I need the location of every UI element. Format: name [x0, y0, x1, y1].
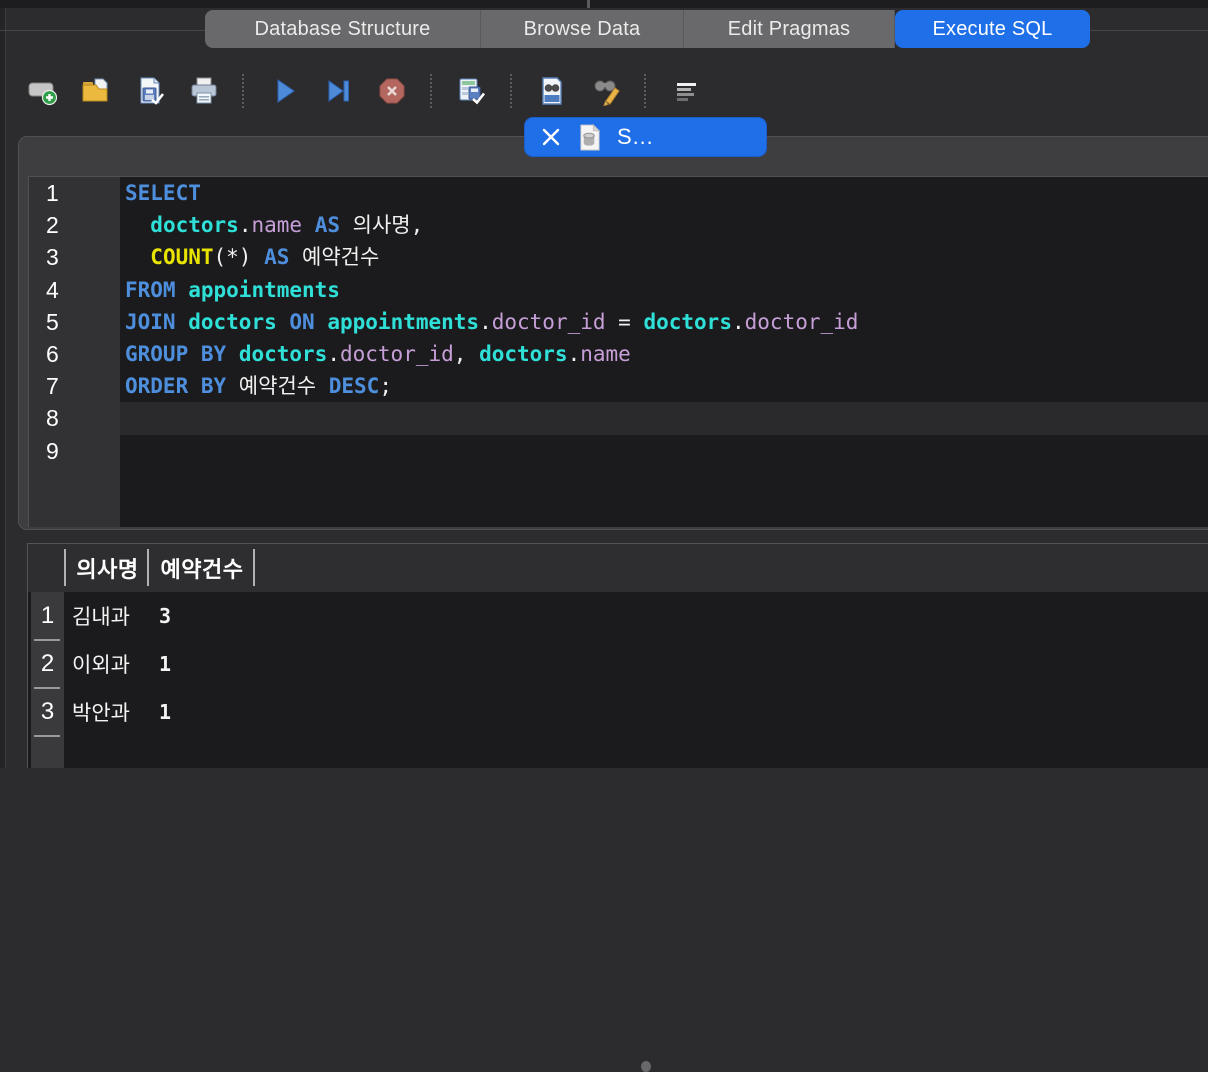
splitter[interactable]: [0, 530, 1208, 543]
toolbar-separator: [510, 74, 514, 108]
find-button[interactable]: [536, 74, 568, 108]
execute-all-button[interactable]: [268, 74, 300, 108]
code-text[interactable]: GROUP BY doctors.doctor_id, doctors.name: [120, 338, 1208, 370]
cell-appointment-count[interactable]: 1: [159, 640, 171, 688]
window-top-tick: [587, 0, 590, 8]
code-text[interactable]: COUNT(*) AS 예약건수: [120, 241, 1208, 273]
code-line: 5JOIN doctors ON appointments.doctor_id …: [29, 306, 1208, 338]
row-separator: [34, 735, 60, 737]
print-icon: [188, 75, 220, 107]
open-sql-file-button[interactable]: [80, 74, 112, 108]
code-line: 9: [29, 435, 1208, 467]
code-text[interactable]: doctors.name AS 의사명,: [120, 209, 1208, 241]
code-lines: 1SELECT2 doctors.name AS 의사명,3 COUNT(*) …: [29, 177, 1208, 467]
line-number: 6: [29, 338, 120, 370]
code-text[interactable]: [120, 435, 1208, 467]
column-separator[interactable]: [64, 549, 66, 586]
tab-execute-sql[interactable]: Execute SQL: [895, 10, 1090, 48]
execute-all-icon: [268, 75, 300, 107]
format-lines-button[interactable]: [670, 74, 702, 108]
toolbar-separator: [644, 74, 648, 108]
row-number[interactable]: 1: [31, 592, 64, 640]
line-number: 5: [29, 306, 120, 338]
row-number[interactable]: 3: [31, 688, 64, 736]
format-lines-icon: [670, 75, 702, 107]
cell-appointment-count[interactable]: 3: [159, 592, 171, 640]
column-separator[interactable]: [147, 549, 149, 586]
execute-current-line-icon: [322, 75, 354, 107]
code-line: 4FROM appointments: [29, 274, 1208, 306]
code-text[interactable]: FROM appointments: [120, 274, 1208, 306]
column-header[interactable]: 예약건수: [151, 544, 253, 592]
code-line: 6GROUP BY doctors.doctor_id, doctors.nam…: [29, 338, 1208, 370]
code-text[interactable]: SELECT: [120, 177, 1208, 209]
line-number: 1: [29, 177, 120, 209]
code-text[interactable]: ORDER BY 예약건수 DESC;: [120, 370, 1208, 402]
stop-button[interactable]: [376, 74, 408, 108]
save-results-icon: [456, 75, 488, 107]
code-text[interactable]: [120, 402, 1208, 434]
save-sql-file-icon: [134, 75, 166, 107]
row-number[interactable]: 2: [31, 640, 64, 688]
close-tab-icon[interactable]: [540, 126, 562, 148]
sql-tab-title: S…: [617, 124, 654, 150]
code-text[interactable]: JOIN doctors ON appointments.doctor_id =…: [120, 306, 1208, 338]
code-line: 2 doctors.name AS 의사명,: [29, 209, 1208, 241]
column-separator[interactable]: [253, 549, 255, 586]
code-line: 8: [29, 402, 1208, 434]
toolbar-separator: [430, 74, 434, 108]
line-number: 3: [29, 241, 120, 273]
open-sql-tab-button[interactable]: [26, 74, 58, 108]
line-number: 7: [29, 370, 120, 402]
line-number: 9: [29, 435, 120, 467]
column-header[interactable]: 의사명: [68, 544, 147, 592]
line-number: 4: [29, 274, 120, 306]
open-sql-tab-icon: [26, 75, 58, 107]
window-left-edge-line: [5, 8, 6, 768]
stop-icon: [376, 75, 408, 107]
tab-edit-pragmas[interactable]: Edit Pragmas: [684, 10, 895, 48]
toolbar-separator: [242, 74, 246, 108]
cell-doctor-name[interactable]: 이외과: [72, 640, 130, 688]
view-tabs: Database StructureBrowse DataEdit Pragma…: [205, 10, 1090, 48]
sql-document-icon: [578, 124, 601, 151]
save-results-button[interactable]: [456, 74, 488, 108]
splitter-handle[interactable]: [641, 1061, 651, 1072]
open-sql-file-icon: [80, 75, 112, 107]
sql-editor-frame: 1SELECT2 doctors.name AS 의사명,3 COUNT(*) …: [18, 136, 1208, 530]
tab-database-structure[interactable]: Database Structure: [205, 10, 481, 48]
find-replace-button[interactable]: [590, 74, 622, 108]
window-top-strip: [0, 0, 1208, 8]
cell-doctor-name[interactable]: 박안과: [72, 688, 130, 736]
cell-appointment-count[interactable]: 1: [159, 688, 171, 736]
results-grid: 의사명예약건수 1김내과32이외과13박안과1: [27, 543, 1208, 768]
sql-toolbar: [26, 72, 702, 110]
execute-current-line-button[interactable]: [322, 74, 354, 108]
line-number: 2: [29, 209, 120, 241]
cell-doctor-name[interactable]: 김내과: [72, 592, 130, 640]
print-button[interactable]: [188, 74, 220, 108]
code-line: 3 COUNT(*) AS 예약건수: [29, 241, 1208, 273]
save-sql-file-button[interactable]: [134, 74, 166, 108]
sql-editor[interactable]: 1SELECT2 doctors.name AS 의사명,3 COUNT(*) …: [28, 176, 1208, 527]
code-line: 7ORDER BY 예약건수 DESC;: [29, 370, 1208, 402]
find-replace-icon: [590, 75, 622, 107]
tab-browse-data[interactable]: Browse Data: [481, 10, 684, 48]
sql-tab[interactable]: S…: [524, 117, 767, 157]
code-line: 1SELECT: [29, 177, 1208, 209]
find-icon: [536, 75, 568, 107]
line-number: 8: [29, 402, 120, 434]
results-header: 의사명예약건수: [28, 544, 1208, 592]
